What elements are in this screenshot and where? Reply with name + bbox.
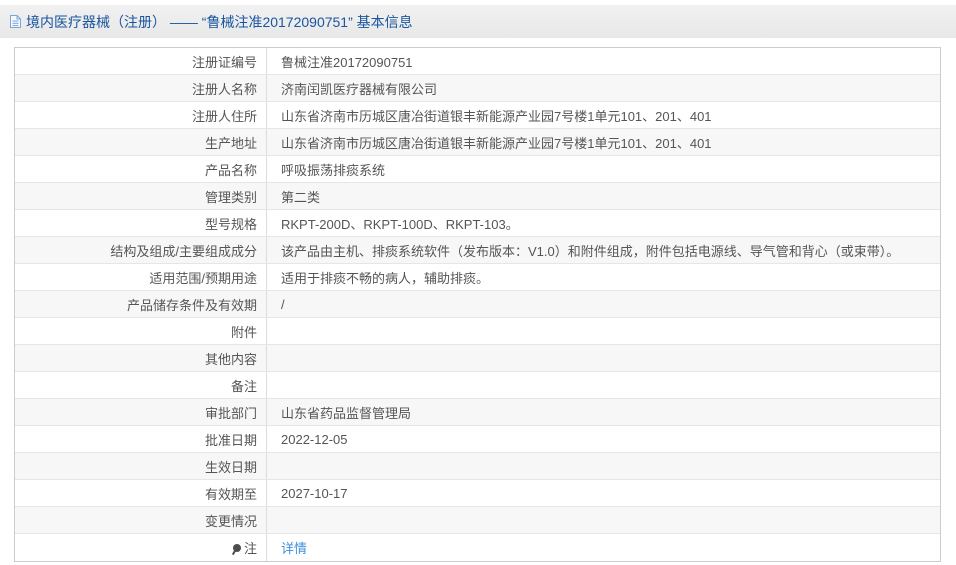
row-value: 山东省药品监督管理局 — [281, 405, 412, 421]
row-label: 批准日期 — [15, 426, 267, 452]
row-value: 适用于排痰不畅的病人，辅助排痰。 — [281, 270, 490, 286]
row-label: 注册证编号 — [15, 48, 267, 74]
info-table: 注册证编号 鲁械注准20172090751 注册人名称 济南闰凯医疗器械有限公司 注册人… — [14, 47, 941, 562]
table-row: 注册证编号 鲁械注准20172090751 — [15, 48, 940, 75]
page-header: 境内医疗器械（注册） —— “鲁械注准20172090751” 基本信息 — [0, 5, 956, 38]
table-row: 附件 — [15, 318, 940, 345]
row-label: 附件 — [15, 318, 267, 344]
row-label: 注册人住所 — [15, 102, 267, 128]
row-value: RKPT-200D、RKPT-100D、RKPT-103。 — [281, 216, 519, 232]
row-value: 山东省济南市历城区唐冶街道银丰新能源产业园7号楼1单元101、201、401 — [281, 108, 712, 124]
row-value: 2022-12-05 — [281, 431, 348, 447]
row-label: 审批部门 — [15, 399, 267, 425]
row-value: 第二类 — [281, 189, 321, 205]
table-row: 有效期至 2027-10-17 — [15, 480, 940, 507]
row-label: 适用范围/预期用途 — [15, 264, 267, 290]
row-label: 生效日期 — [15, 453, 267, 479]
table-row: 注册人住所 山东省济南市历城区唐冶街道银丰新能源产业园7号楼1单元101、201、… — [15, 102, 940, 129]
details-link[interactable]: 详情 — [281, 541, 307, 556]
row-value: 鲁械注准20172090751 — [281, 54, 413, 70]
row-label: 生产地址 — [15, 129, 267, 155]
table-row: 产品名称 呼吸振荡排痰系统 — [15, 156, 940, 183]
table-row: 批准日期 2022-12-05 — [15, 426, 940, 453]
table-row: 适用范围/预期用途 适用于排痰不畅的病人，辅助排痰。 — [15, 264, 940, 291]
row-label: 结构及组成/主要组成成分 — [15, 237, 267, 263]
row-label: 变更情况 — [15, 507, 267, 533]
row-label: 注 — [15, 534, 267, 561]
table-row: 备注 — [15, 372, 940, 399]
row-label: 型号规格 — [15, 210, 267, 236]
row-value: 该产品由主机、排痰系统软件（发布版本：V1.0）和附件组成，附件包括电源线、导气… — [281, 243, 900, 259]
page: 境内医疗器械（注册） —— “鲁械注准20172090751” 基本信息 注册证… — [0, 0, 956, 565]
row-label: 注册人名称 — [15, 75, 267, 101]
row-label: 有效期至 — [15, 480, 267, 506]
row-label: 管理类别 — [15, 183, 267, 209]
table-row: 注详情 — [15, 534, 940, 561]
table-row: 审批部门 山东省药品监督管理局 — [15, 399, 940, 426]
page-title: 境内医疗器械（注册） —— “鲁械注准20172090751” 基本信息 — [26, 13, 413, 30]
document-icon — [9, 14, 22, 29]
row-value: / — [281, 296, 285, 312]
table-row: 生产地址 山东省济南市历城区唐冶街道银丰新能源产业园7号楼1单元101、201、4… — [15, 129, 940, 156]
row-value: 2027-10-17 — [281, 485, 348, 501]
table-row: 结构及组成/主要组成成分 该产品由主机、排痰系统软件（发布版本：V1.0）和附件组… — [15, 237, 940, 264]
row-value: 山东省济南市历城区唐冶街道银丰新能源产业园7号楼1单元101、201、401 — [281, 135, 712, 151]
table-row: 产品储存条件及有效期 / — [15, 291, 940, 318]
row-label: 产品名称 — [15, 156, 267, 182]
pin-icon — [232, 543, 241, 552]
row-value: 呼吸振荡排痰系统 — [281, 162, 386, 178]
row-label: 其他内容 — [15, 345, 267, 371]
row-label: 备注 — [15, 372, 267, 398]
table-row: 其他内容 — [15, 345, 940, 372]
table-row: 生效日期 — [15, 453, 940, 480]
table-row: 管理类别 第二类 — [15, 183, 940, 210]
row-value: 详情 — [267, 538, 940, 557]
table-row: 型号规格 RKPT-200D、RKPT-100D、RKPT-103。 — [15, 210, 940, 237]
row-label: 产品储存条件及有效期 — [15, 291, 267, 317]
row-value: 济南闰凯医疗器械有限公司 — [281, 81, 438, 97]
table-row: 变更情况 — [15, 507, 940, 534]
table-row: 注册人名称 济南闰凯医疗器械有限公司 — [15, 75, 940, 102]
